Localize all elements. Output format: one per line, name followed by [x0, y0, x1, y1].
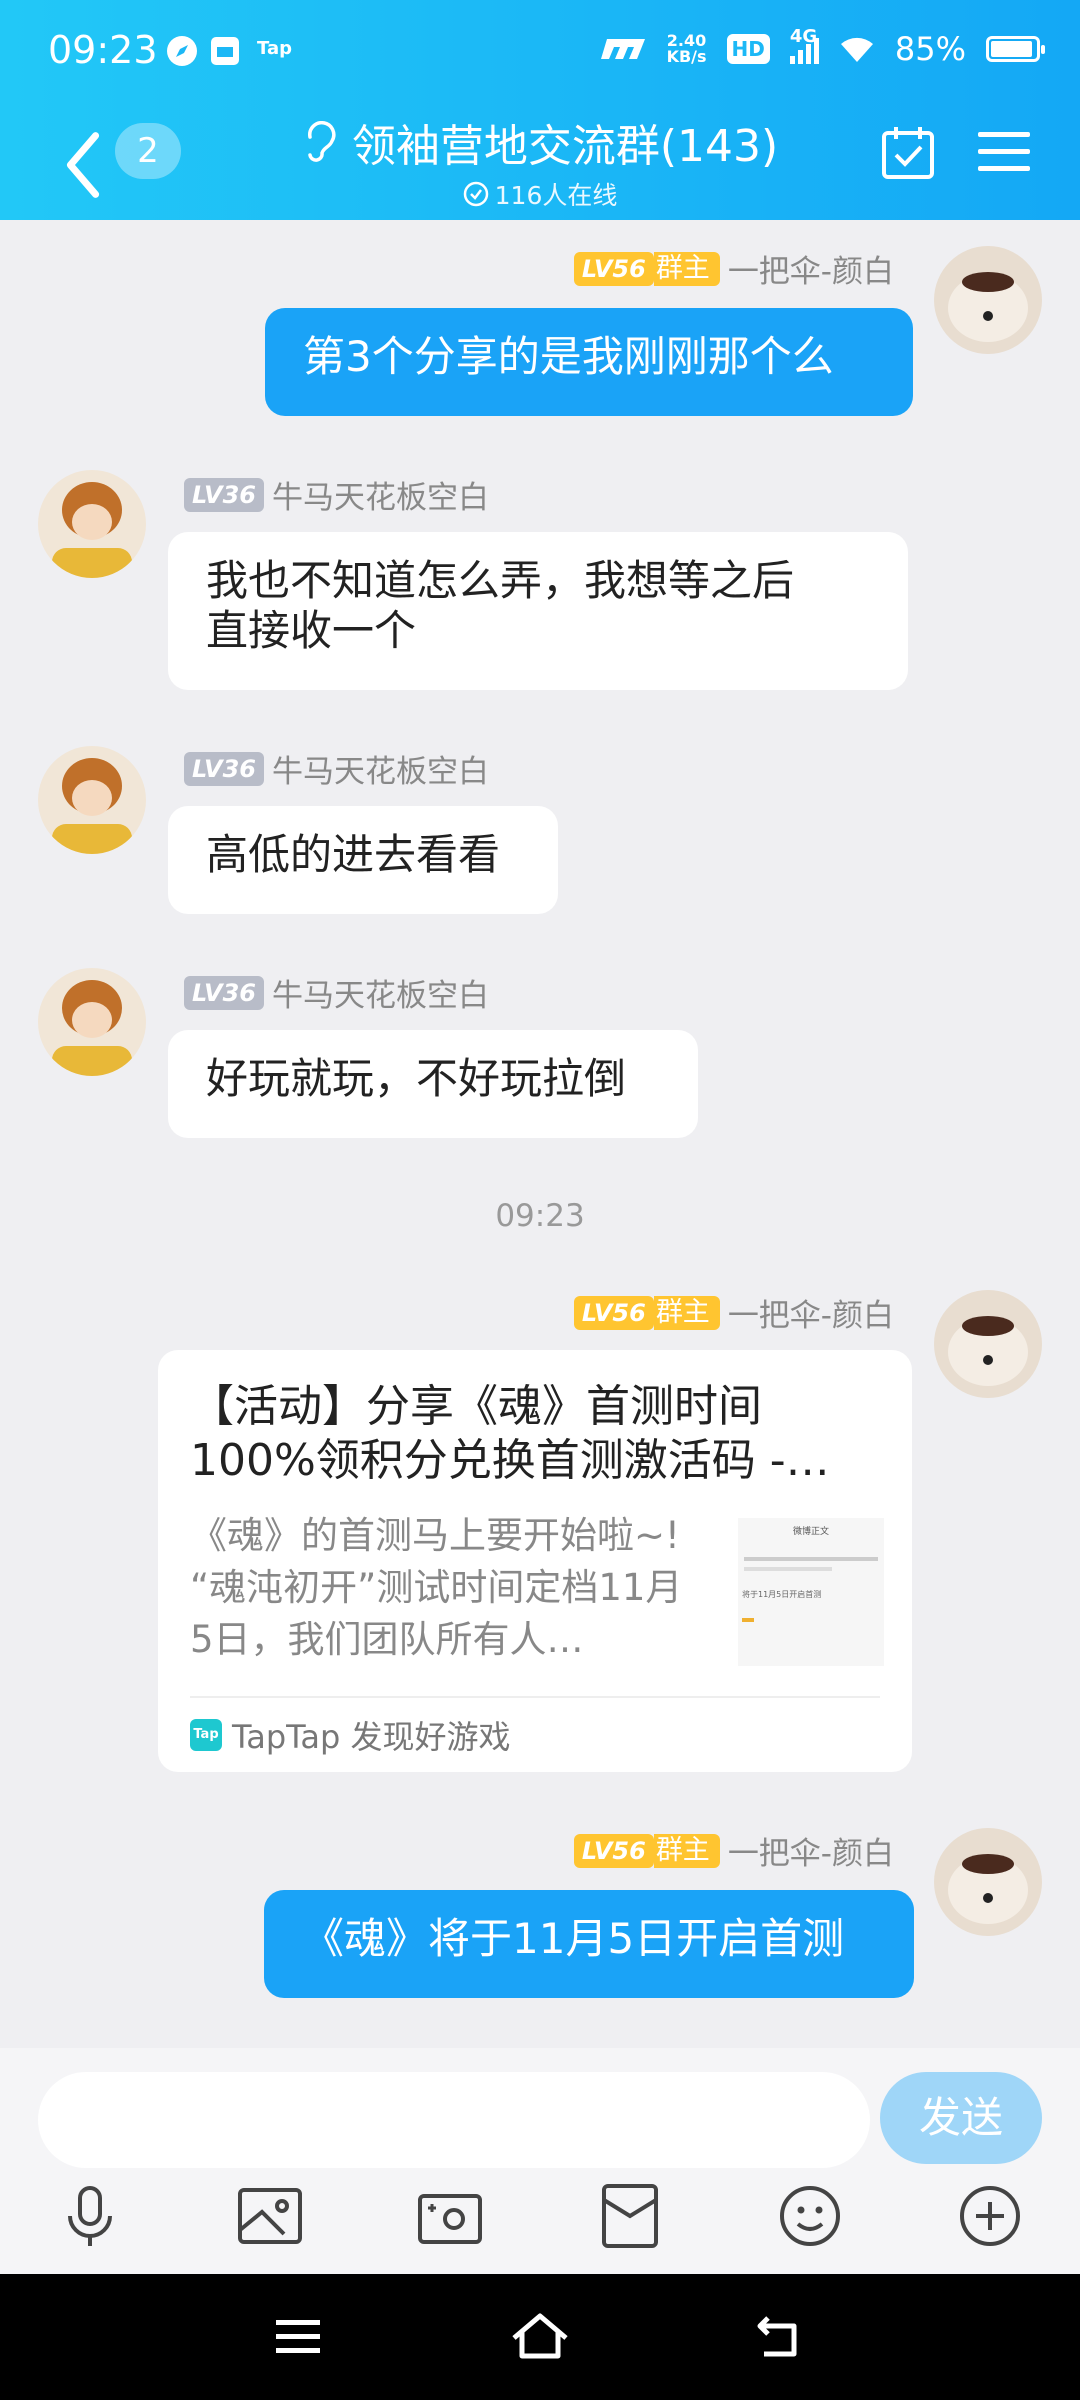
level-badge: LV56 [573, 1295, 654, 1330]
signal-brand-icon [600, 39, 645, 59]
chat-header: 09:23 Tap 2.40 KB/s HD 4G 85% 2 领袖营地交流群(… [0, 0, 1080, 220]
share-card[interactable]: 【活动】分享《魂》首测时间 100%领积分兑换首测激活码 -… 《魂》的首测马上… [158, 1350, 912, 1772]
message-bubble[interactable]: 我也不知道怎么弄，我想等之后 直接收一个 [168, 532, 908, 690]
share-card-thumbnail: 微博正文 将于11月5日开启首测 [738, 1518, 884, 1666]
wifi-icon [840, 37, 873, 62]
sender-meta: LV36 牛马天花板空白 [184, 746, 489, 791]
unread-badge[interactable]: 2 [115, 123, 181, 179]
image-icon[interactable] [232, 2178, 308, 2254]
sender-name: 牛马天花板空白 [271, 480, 489, 516]
avatar-member[interactable] [38, 968, 146, 1076]
sender-meta: LV56 群主 一把伞-颜白 [573, 246, 894, 291]
share-card-description: 《魂》的首测马上要开始啦~! “魂沌初开”测试时间定档11月 5日，我们团队所有… [190, 1514, 683, 1661]
owner-badge: 群主 [653, 1295, 720, 1330]
avatar-owner[interactable] [934, 1828, 1042, 1936]
red-packet-icon[interactable] [592, 2178, 668, 2254]
sender-name: 牛马天花板空白 [271, 754, 489, 790]
back-icon[interactable] [58, 130, 108, 200]
sender-name: 一把伞-颜白 [727, 1836, 894, 1872]
battery-icon [986, 36, 1045, 62]
share-card-divider [190, 1696, 880, 1698]
message-bubble[interactable]: 《魂》将于11月5日开启首测 [264, 1890, 914, 1998]
avatar-member[interactable] [38, 470, 146, 578]
level-badge: LV36 [184, 477, 264, 512]
camera-icon[interactable] [412, 2178, 488, 2254]
level-badge: LV36 [184, 751, 264, 786]
message-bubble[interactable]: 好玩就玩，不好玩拉倒 [168, 1030, 698, 1138]
level-badge: LV36 [184, 975, 264, 1010]
ear-icon [307, 121, 336, 162]
taptap-logo-icon: Tap [190, 1719, 222, 1751]
input-area: 发送 [0, 2048, 1080, 2274]
compass-icon [167, 36, 197, 66]
avatar-owner[interactable] [934, 246, 1042, 354]
group-title: 领袖营地交流群(143) [351, 121, 779, 172]
online-count: 116人在线 [270, 176, 810, 212]
recents-menu-icon[interactable] [272, 2310, 324, 2362]
emoji-icon[interactable] [772, 2178, 848, 2254]
status-bar: 09:23 Tap 2.40 KB/s HD 4G 85% [0, 0, 1080, 110]
battery-percent: 85% [894, 30, 966, 68]
home-icon[interactable] [510, 2310, 570, 2362]
net-speed: 2.40 KB/s [666, 31, 707, 66]
level-badge: LV56 [573, 1833, 654, 1868]
microphone-icon[interactable] [52, 2178, 128, 2254]
menu-icon[interactable] [978, 130, 1030, 174]
sender-meta: LV36 牛马天花板空白 [184, 970, 489, 1015]
system-nav-bar [0, 2274, 1080, 2400]
sender-meta: LV56 群主 一把伞-颜白 [573, 1828, 894, 1873]
message-bubble[interactable]: 第3个分享的是我刚刚那个么 [265, 308, 913, 416]
gift-box-icon [211, 37, 239, 65]
status-time: 09:23 [48, 28, 158, 72]
back-nav-icon[interactable] [754, 2310, 806, 2362]
share-card-source: Tap TapTap 发现好游戏 [190, 1712, 511, 1758]
avatar-owner[interactable] [934, 1290, 1042, 1398]
cell-signal-icon: 4G [789, 26, 819, 64]
sender-name: 一把伞-颜白 [727, 254, 894, 290]
share-card-title: 【活动】分享《魂》首测时间 100%领积分兑换首测激活码 -… [190, 1381, 830, 1486]
tap-status-icon: Tap [257, 38, 292, 59]
owner-badge: 群主 [653, 251, 720, 286]
message-input[interactable] [38, 2072, 870, 2168]
owner-badge: 群主 [653, 1833, 720, 1868]
hd-icon: HD [726, 34, 770, 64]
plus-icon[interactable] [952, 2178, 1028, 2254]
sender-name: 牛马天花板空白 [271, 978, 489, 1014]
check-circle-icon [463, 181, 488, 207]
sender-name: 一把伞-颜白 [727, 1298, 894, 1334]
status-right: 2.40 KB/s HD 4G 85% [600, 26, 1045, 68]
avatar-member[interactable] [38, 746, 146, 854]
send-button[interactable]: 发送 [880, 2072, 1042, 2164]
sender-meta: LV56 群主 一把伞-颜白 [573, 1290, 894, 1335]
sender-meta: LV36 牛马天花板空白 [184, 472, 489, 517]
message-timestamp: 09:23 [495, 1198, 585, 1234]
chat-title-area[interactable]: 领袖营地交流群(143) 116人在线 [270, 110, 810, 212]
calendar-check-icon[interactable] [880, 125, 936, 181]
message-bubble[interactable]: 高低的进去看看 [168, 806, 558, 914]
level-badge: LV56 [573, 251, 654, 286]
